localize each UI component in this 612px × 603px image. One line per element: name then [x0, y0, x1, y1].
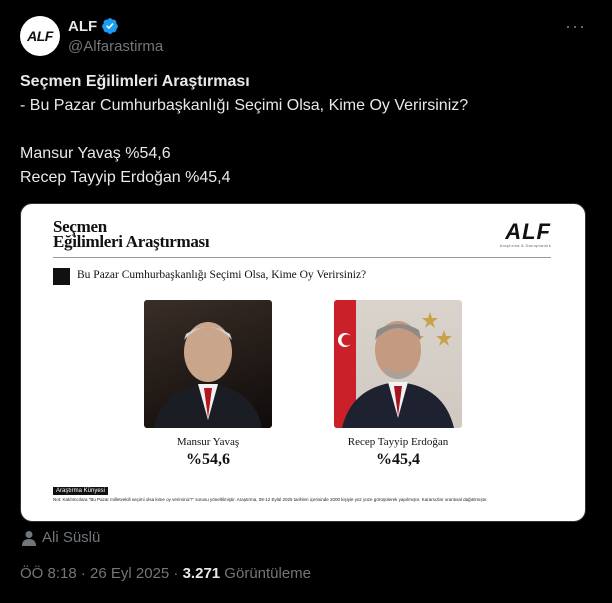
tweet: ALF ALF @Alfarastirma ··· Seçmen Eğiliml…	[0, 0, 612, 603]
tweet-timestamp[interactable]: ÖÖ 8:18 · 26 Eyl 2025 ·	[20, 565, 183, 582]
view-count: 3.271	[182, 565, 221, 582]
candidate-percent: %45,4	[376, 451, 420, 468]
candidate-name: Mansur Yavaş	[176, 436, 240, 448]
divider	[53, 257, 551, 258]
tagged-person[interactable]: Ali Süslü	[22, 529, 100, 546]
research-info-note: Not: Katılımcılara "Bu Pazar milletvekil…	[53, 497, 488, 502]
card-logo-text: ALF	[505, 219, 551, 244]
name-row: ALF	[68, 17, 119, 35]
question-marker	[53, 268, 70, 285]
card-title-line: Eğilimleri Araştırması	[53, 232, 210, 251]
research-info-label: Araştırma Künyesi	[53, 487, 109, 495]
candidate-photo-erdogan	[334, 300, 462, 428]
tweet-text-line: Seçmen Eğilimleri Araştırması	[20, 73, 250, 90]
verified-badge-icon[interactable]	[101, 17, 119, 35]
avatar-logo-text: ALF	[27, 28, 53, 44]
tweet-text-line: Mansur Yavaş %54,6	[20, 145, 171, 162]
tagged-person-name: Ali Süslü	[42, 529, 101, 546]
display-name[interactable]: ALF	[68, 18, 97, 35]
card-logo: ALF Araştırma & Danışmanlık	[499, 219, 551, 249]
card-logo-subtitle: Araştırma & Danışmanlık	[499, 243, 551, 248]
view-label: Görüntüleme	[220, 565, 312, 582]
person-icon	[22, 530, 36, 546]
candidate-name: Recep Tayyip Erdoğan	[347, 436, 449, 448]
avatar[interactable]: ALF	[20, 16, 60, 56]
media-image[interactable]: Seçmen Eğilimleri Araştırması ALF Araştı…	[20, 203, 586, 522]
card-title: Seçmen Eğilimleri Araştırması	[53, 218, 210, 251]
card-question: Bu Pazar Cumhurbaşkanlığı Seçimi Olsa, K…	[77, 269, 367, 281]
tweet-text-line: - Bu Pazar Cumhurbaşkanlığı Seçimi Olsa,…	[20, 97, 469, 114]
handle[interactable]: @Alfarastirma	[68, 38, 163, 55]
tweet-text-line: Recep Tayyip Erdoğan %45,4	[20, 169, 231, 186]
candidate-percent: %54,6	[186, 451, 230, 468]
more-dots-icon[interactable]: ···	[565, 17, 586, 35]
tweet-meta: ÖÖ 8:18 · 26 Eyl 2025 · 3.271 Görüntülem…	[20, 565, 311, 582]
candidate-photo-yavas	[144, 300, 272, 428]
